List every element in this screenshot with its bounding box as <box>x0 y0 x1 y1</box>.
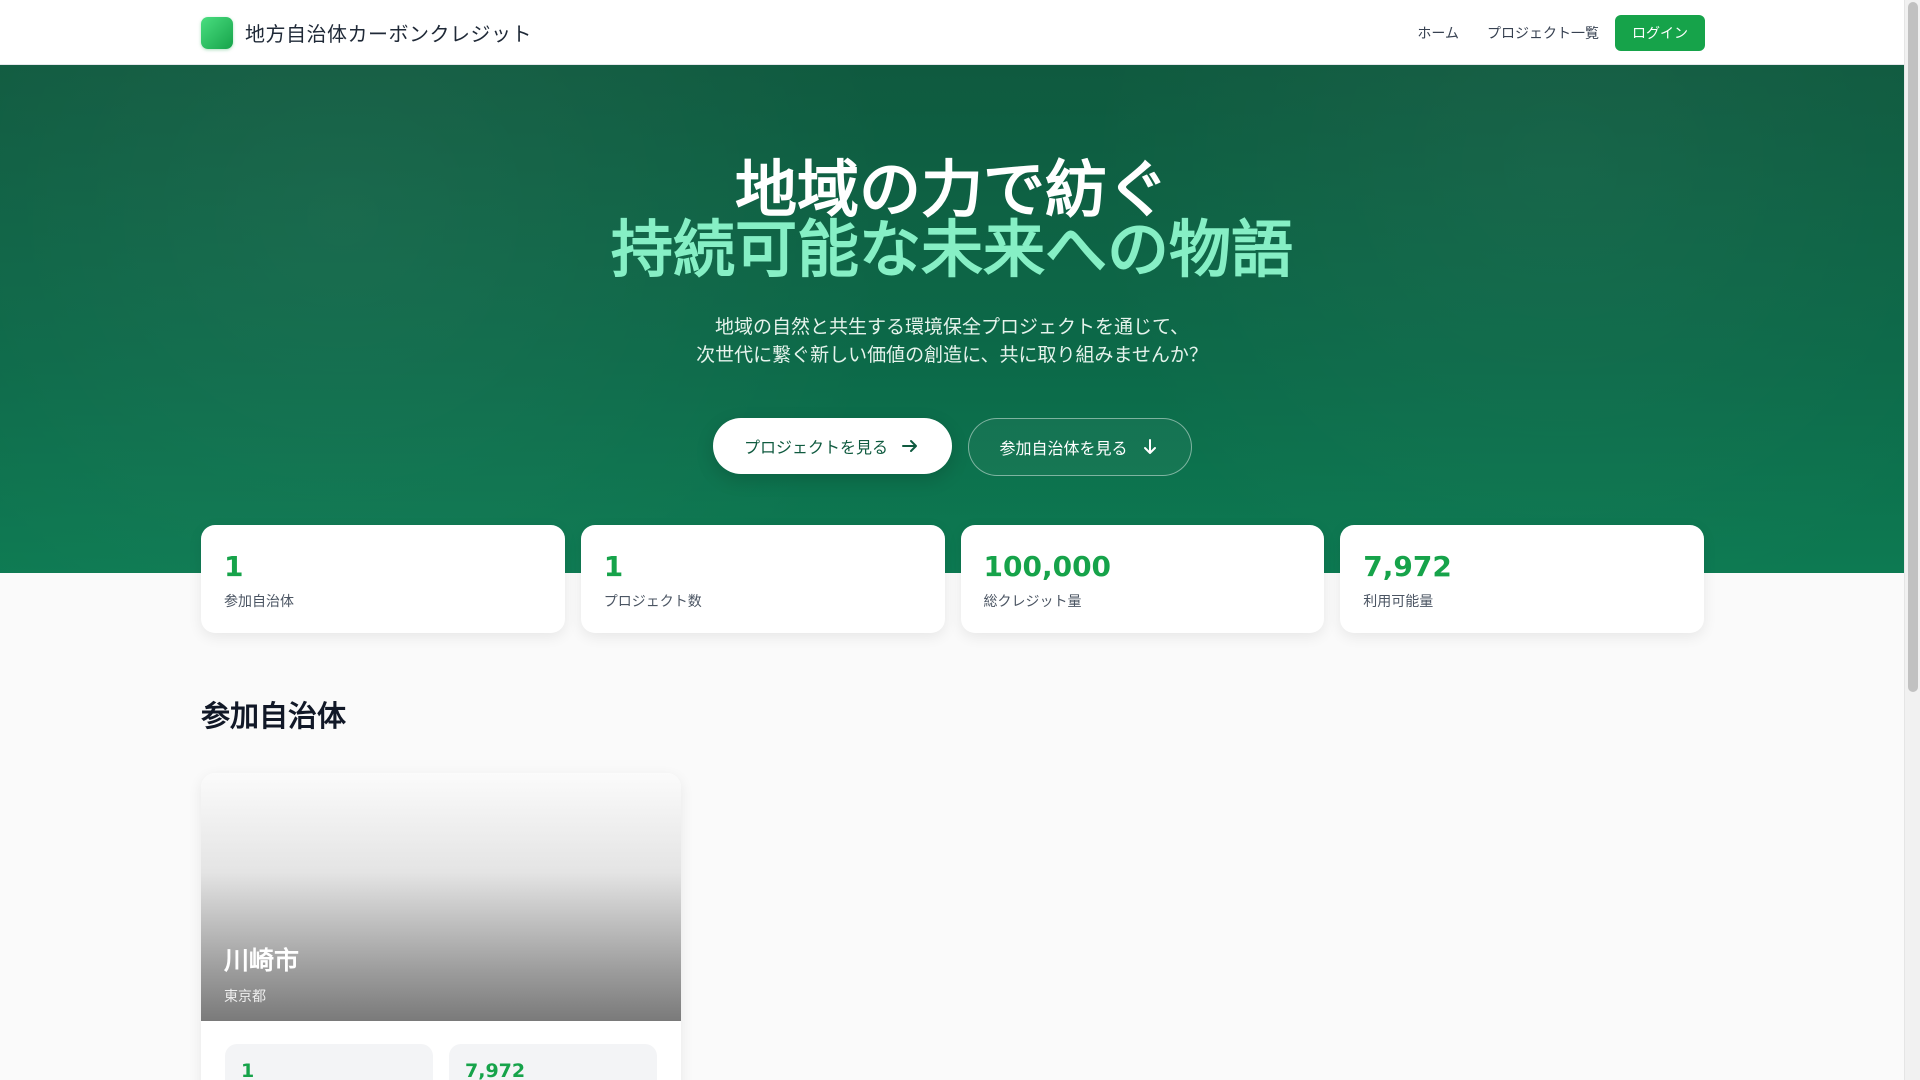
nav-link-home[interactable]: ホーム <box>1417 23 1459 43</box>
brand[interactable]: 地方自治体カーボンクレジット <box>201 16 532 49</box>
stat-card-projects: 1 プロジェクト数 <box>580 525 945 633</box>
stat-label: 参加自治体 <box>224 594 294 610</box>
stat-card-available: 7,972 利用可能量 <box>1340 525 1704 633</box>
site-header: 地方自治体カーボンクレジット ホーム プロジェクト一覧 ログイン <box>0 0 1904 65</box>
stat-value: 7,972 <box>1363 550 1452 583</box>
header-inner: 地方自治体カーボンクレジット ホーム プロジェクト一覧 ログイン <box>201 0 1705 65</box>
municipality-prefecture: 東京都 <box>224 989 266 1005</box>
hero-section: 地域の力で紡ぐ 持続可能な未来への物語 地域の自然と共生する環境保全プロジェクト… <box>0 65 1904 573</box>
municipality-stat-value: 7,972 <box>465 1060 526 1080</box>
brand-name: 地方自治体カーボンクレジット <box>245 22 532 46</box>
stats-row: 1 参加自治体 1 プロジェクト数 100,000 総クレジット量 7,972 … <box>201 525 1704 633</box>
scrollbar-thumb[interactable] <box>1908 2 1918 692</box>
municipality-stat-box: 7,972 <box>449 1044 657 1080</box>
view-projects-button[interactable]: プロジェクトを見る <box>712 418 952 474</box>
logo-icon <box>201 16 233 49</box>
arrow-down-icon <box>1140 437 1160 457</box>
view-projects-label: プロジェクトを見る <box>743 438 888 457</box>
hero-title-line2: 持続可能な未来への物語 <box>610 213 1293 286</box>
hero-subtitle-line2: 次世代に繋ぐ新しい価値の創造に、共に取り組みませんか？ <box>696 344 1208 366</box>
login-button[interactable]: ログイン <box>1615 14 1705 51</box>
section-title-municipalities: 参加自治体 <box>201 699 347 733</box>
stat-value: 1 <box>224 550 244 583</box>
arrow-right-icon <box>900 436 920 456</box>
stat-card-total-credits: 100,000 総クレジット量 <box>960 525 1325 633</box>
hero-subtitle-line1: 地域の自然と共生する環境保全プロジェクトを通じて、 <box>714 316 1190 338</box>
municipality-stats: 1 7,972 <box>225 1044 657 1080</box>
hero-title-line1: 地域の力で紡ぐ <box>734 153 1169 226</box>
municipality-stat-value: 1 <box>241 1060 255 1080</box>
stat-label: 総クレジット量 <box>983 594 1082 610</box>
municipality-stat-box: 1 <box>225 1044 433 1080</box>
stat-label: プロジェクト数 <box>603 594 702 610</box>
hero-buttons: プロジェクトを見る 参加自治体を見る <box>0 418 1904 476</box>
stat-value: 100,000 <box>983 550 1112 583</box>
view-municipalities-label: 参加自治体を見る <box>999 439 1128 458</box>
stat-value: 1 <box>603 550 624 583</box>
main-nav: ホーム プロジェクト一覧 ログイン <box>1389 14 1705 51</box>
stat-card-municipalities: 1 参加自治体 <box>201 525 565 633</box>
municipality-card[interactable]: 川崎市 東京都 1 7,972 <box>201 773 681 1080</box>
page-scrollbar[interactable] <box>1904 0 1920 1080</box>
nav-link-projects[interactable]: プロジェクト一覧 <box>1487 23 1599 43</box>
view-municipalities-button[interactable]: 参加自治体を見る <box>967 418 1192 476</box>
municipality-name: 川崎市 <box>224 946 300 975</box>
stat-label: 利用可能量 <box>1363 594 1434 610</box>
municipality-image: 川崎市 東京都 <box>201 773 681 1021</box>
